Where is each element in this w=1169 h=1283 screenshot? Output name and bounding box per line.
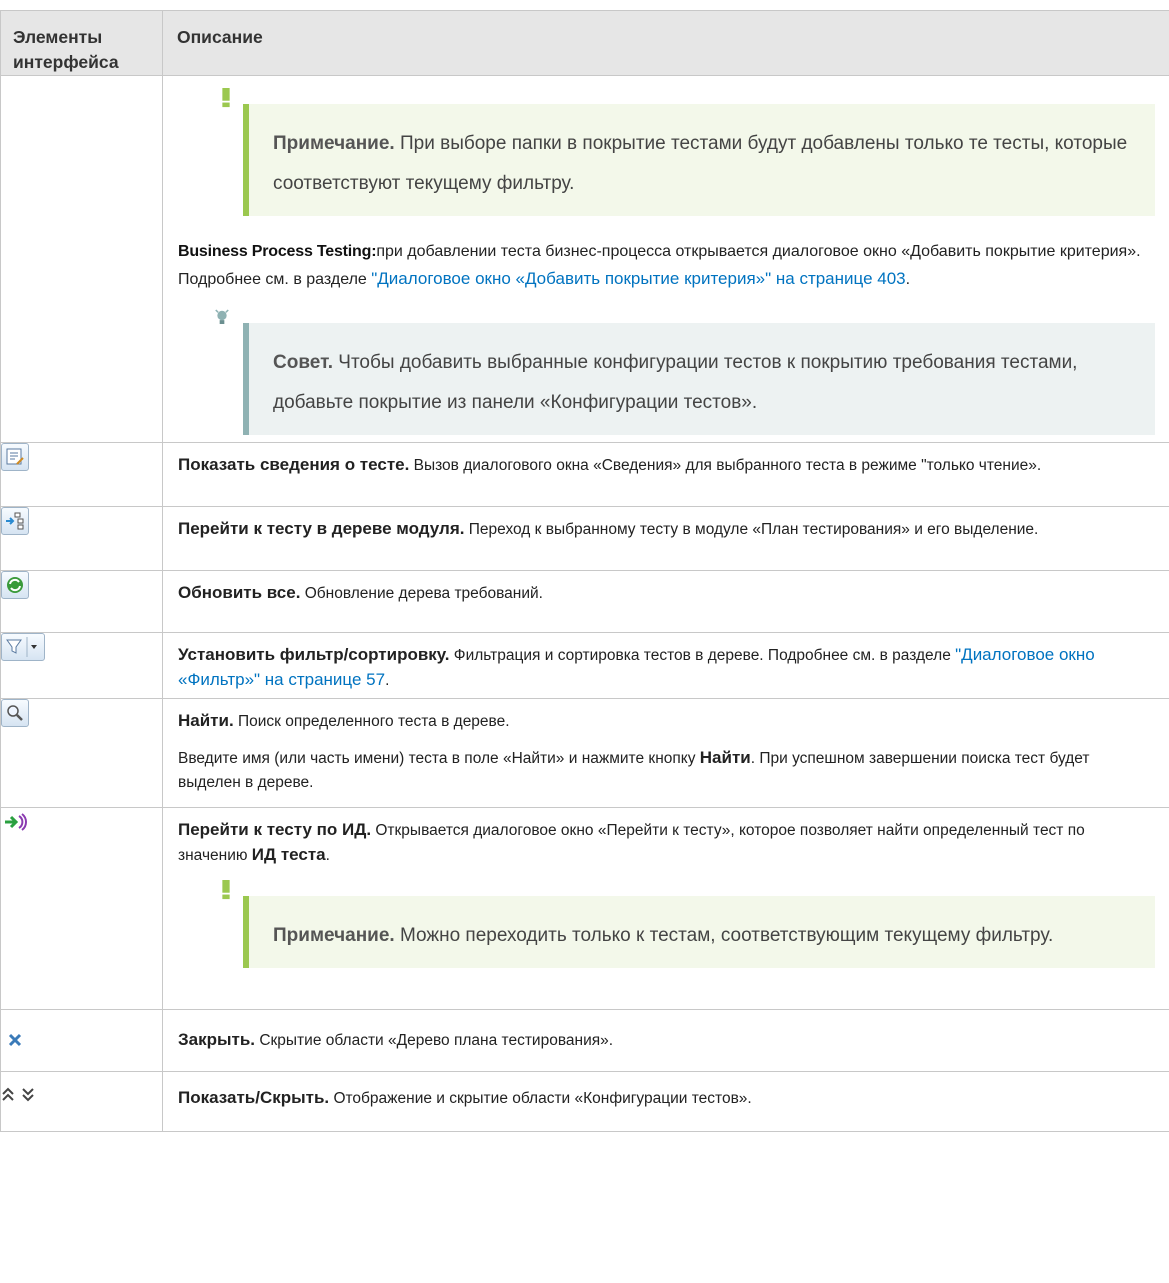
tip-text: Чтобы добавить выбранные конфигурации те… bbox=[273, 352, 1078, 413]
expand-collapse-icon[interactable] bbox=[1, 1084, 41, 1106]
note-text: Можно переходить только к тестам, соотве… bbox=[394, 925, 1054, 946]
filter-end: . bbox=[385, 672, 390, 689]
goto-id-title: Перейти к тесту по ИД. bbox=[178, 820, 372, 839]
table-row: Закрыть. Скрытие области «Дерево плана т… bbox=[0, 1009, 1169, 1072]
description-cell: Примечание. При выборе папки в покрытие … bbox=[162, 75, 1169, 443]
details-text: Вызов диалогового окна «Сведения» для вы… bbox=[409, 457, 1042, 474]
tip-box: Совет. Чтобы добавить выбранные конфигур… bbox=[215, 309, 1155, 435]
note-label: Примечание. bbox=[273, 133, 395, 154]
bpt-link[interactable]: "Диалоговое окно «Добавить покрытие крит… bbox=[371, 269, 905, 288]
table-row: Перейти к тесту по ИД. Открывается диало… bbox=[0, 807, 1169, 1010]
note-box: Примечание. При выборе папки в покрытие … bbox=[222, 88, 1155, 216]
table-row: Найти. Поиск определенного теста в дерев… bbox=[0, 698, 1169, 808]
showhide-text: Отображение и скрытие области «Конфигура… bbox=[329, 1090, 752, 1107]
close-title: Закрыть. bbox=[178, 1030, 256, 1049]
find-title: Найти. bbox=[178, 711, 234, 730]
goto-id-icon[interactable] bbox=[1, 808, 29, 836]
filter-icon[interactable] bbox=[1, 633, 45, 661]
header-description: Описание bbox=[162, 10, 1169, 76]
exclamation-note-icon bbox=[222, 88, 230, 108]
close-icon[interactable] bbox=[1, 1026, 29, 1054]
find-p2-a: Введите имя (или часть имени) теста в по… bbox=[178, 750, 700, 767]
header-ui-elements: Элементы интерфейса bbox=[0, 10, 163, 76]
note-text: При выборе папки в покрытие тестами буду… bbox=[273, 133, 1128, 194]
icon-cell-empty bbox=[0, 75, 163, 443]
showhide-title: Показать/Скрыть. bbox=[178, 1088, 330, 1107]
table-row: Перейти к тесту в дереве модуля. Переход… bbox=[0, 506, 1169, 571]
bpt-end: . bbox=[905, 271, 911, 288]
filter-title: Установить фильтр/сортировку. bbox=[178, 645, 450, 664]
goto-tree-text: Переход к выбранному тесту в модуле «Пла… bbox=[464, 521, 1039, 538]
tip-label: Совет. bbox=[273, 352, 333, 373]
note-label: Примечание. bbox=[273, 925, 395, 946]
refresh-icon[interactable] bbox=[1, 571, 29, 599]
table-header-row: Элементы интерфейса Описание bbox=[0, 10, 1169, 76]
goto-id-bold: ИД теста bbox=[251, 845, 326, 864]
table-row: Обновить все. Обновление дерева требован… bbox=[0, 570, 1169, 633]
table-row: Показать сведения о тесте. Вызов диалого… bbox=[0, 442, 1169, 507]
lightbulb-tip-icon bbox=[215, 309, 229, 324]
details-title: Показать сведения о тесте. bbox=[178, 455, 410, 474]
goto-tree-icon[interactable] bbox=[1, 507, 29, 535]
bpt-label: Business Process Testing: bbox=[178, 243, 377, 260]
table-row: Примечание. При выборе папки в покрытие … bbox=[0, 75, 1169, 443]
find-icon[interactable] bbox=[1, 699, 29, 727]
table-row: Показать/Скрыть. Отображение и скрытие о… bbox=[0, 1071, 1169, 1132]
exclamation-note-icon bbox=[222, 880, 230, 900]
find-button-name: Найти bbox=[699, 748, 751, 767]
table-row: Установить фильтр/сортировку. Фильтрация… bbox=[0, 632, 1169, 699]
refresh-text: Обновление дерева требований. bbox=[300, 585, 543, 602]
goto-tree-title: Перейти к тесту в дереве модуля. bbox=[178, 519, 465, 538]
find-text: Поиск определенного теста в дереве. bbox=[233, 713, 510, 730]
test-details-icon[interactable] bbox=[1, 443, 29, 471]
ui-elements-table: Элементы интерфейса Описание Примечание.… bbox=[0, 10, 1169, 1132]
goto-id-end: . bbox=[325, 847, 330, 864]
filter-text: Фильтрация и сортировка тестов в дереве.… bbox=[449, 647, 956, 664]
note-box: Примечание. Можно переходить только к те… bbox=[222, 880, 1155, 968]
close-text: Скрытие области «Дерево плана тестирован… bbox=[255, 1032, 614, 1049]
refresh-title: Обновить все. bbox=[178, 583, 301, 602]
